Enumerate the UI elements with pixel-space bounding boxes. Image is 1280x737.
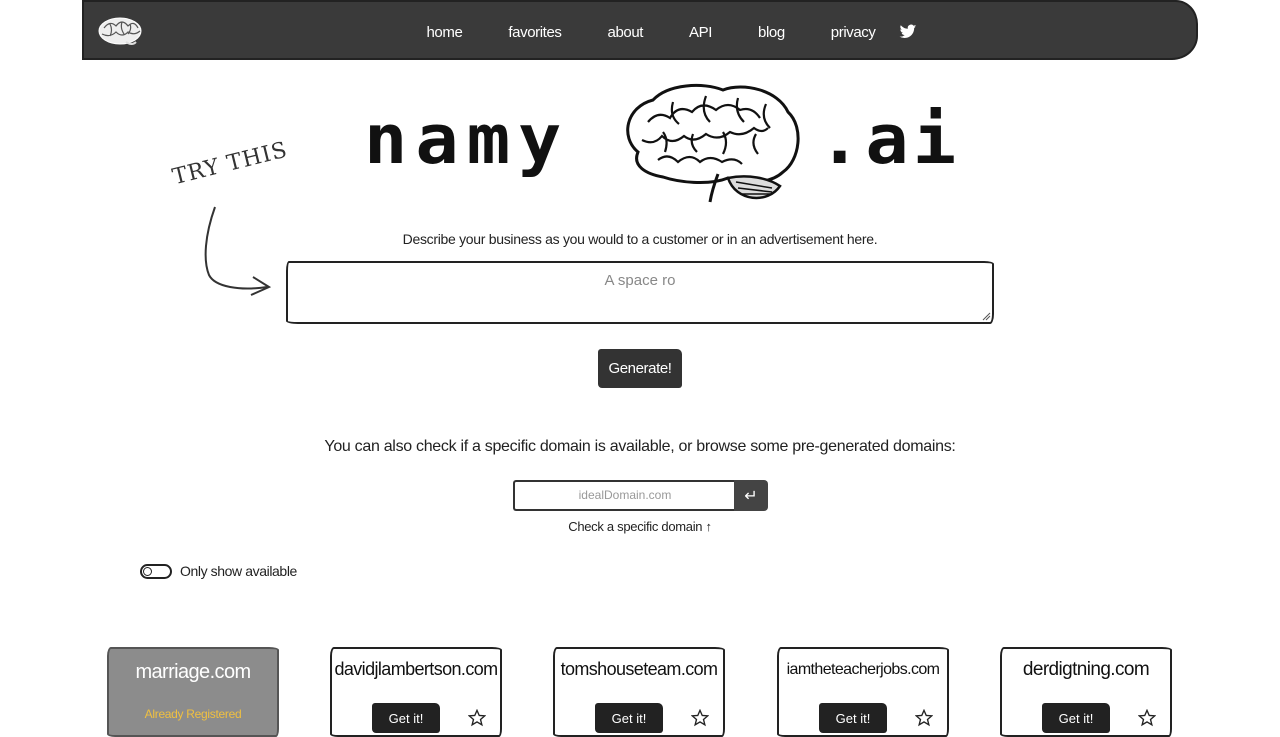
get-it-button[interactable]: Get it! — [1042, 703, 1110, 733]
card-domain-name[interactable]: davidjlambertson.com — [332, 659, 500, 680]
twitter-icon[interactable] — [898, 24, 917, 40]
card-domain-name[interactable]: iamtheteacherjobs.com — [779, 661, 947, 679]
nav-privacy[interactable]: privacy — [808, 24, 899, 41]
only-available-toggle[interactable] — [140, 564, 172, 579]
hero-logo-namy: namy — [364, 99, 570, 179]
get-it-button[interactable]: Get it! — [372, 703, 440, 733]
card-domain-name[interactable]: derdigtning.com — [1002, 659, 1170, 681]
get-it-button[interactable]: Get it! — [819, 703, 887, 733]
generate-button[interactable]: Generate! — [598, 349, 682, 388]
get-it-button[interactable]: Get it! — [595, 703, 663, 733]
domain-card: tomshouseteam.com Get it! — [553, 647, 725, 737]
try-this-annotation: TRY THIS — [170, 137, 291, 191]
nav-favorites[interactable]: favorites — [485, 24, 584, 41]
nav-home[interactable]: home — [403, 24, 485, 41]
domain-card: marriage.com Already Registered — [107, 647, 279, 737]
toggle-knob — [143, 567, 152, 576]
favorite-star-icon[interactable] — [468, 709, 486, 727]
card-domain-name[interactable]: marriage.com — [109, 661, 277, 684]
nav-api[interactable]: API — [666, 24, 735, 41]
card-status-registered: Already Registered — [144, 707, 242, 721]
hero-brain-icon — [626, 83, 800, 203]
domain-search-input[interactable]: idealDomain.com — [513, 480, 735, 511]
favorite-star-icon[interactable] — [1138, 709, 1156, 727]
domain-card: derdigtning.com Get it! — [1000, 647, 1172, 737]
try-this-arrow-icon — [204, 206, 272, 296]
domain-card: davidjlambertson.com Get it! — [330, 647, 502, 737]
domain-check-label: You can also check if a specific domain … — [324, 438, 956, 455]
nav-blog[interactable]: blog — [735, 24, 808, 41]
hero-logo-ai: .ai — [818, 99, 961, 179]
only-available-label: Only show available — [180, 563, 297, 579]
domain-card: iamtheteacherjobs.com Get it! — [777, 647, 949, 737]
resize-grip-icon[interactable] — [982, 312, 991, 321]
describe-label: Describe your business as you would to a… — [402, 231, 878, 247]
favorite-star-icon[interactable] — [691, 709, 709, 727]
domain-submit-button[interactable]: ↵ — [734, 480, 768, 511]
card-domain-name[interactable]: tomshouseteam.com — [555, 659, 723, 680]
check-specific-text: Check a specific domain — [568, 519, 703, 534]
enter-icon: ↵ — [744, 486, 758, 505]
business-description-textarea[interactable]: A space ro — [286, 261, 994, 324]
favorite-star-icon[interactable] — [915, 709, 933, 727]
business-description-value: A space ro — [604, 272, 676, 289]
nav-about[interactable]: about — [585, 24, 667, 41]
navbar: home favorites about API blog privacy — [82, 0, 1198, 60]
check-specific-hint: Check a specific domain ↑ — [0, 519, 1280, 534]
arrow-up-icon: ↑ — [705, 519, 713, 534]
